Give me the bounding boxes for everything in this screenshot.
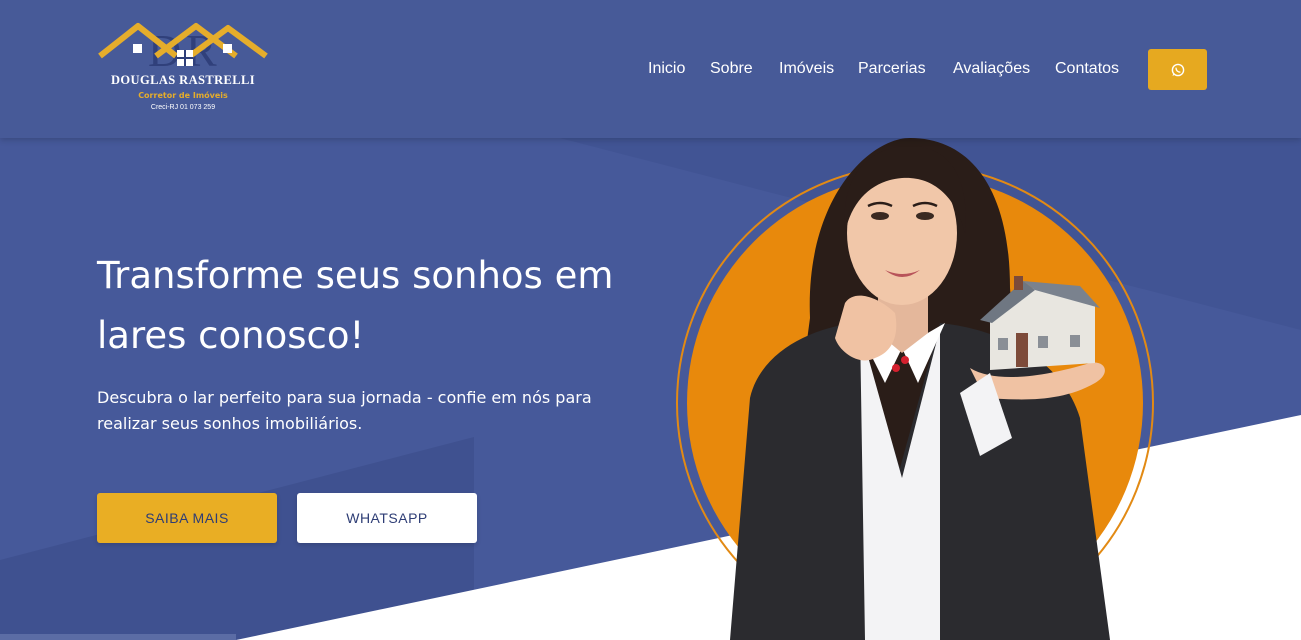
nav-item-contatos[interactable]: Contatos <box>1055 58 1119 80</box>
header-whatsapp-button[interactable] <box>1148 49 1207 90</box>
hero-subtitle: Descubra o lar perfeito para sua jornada… <box>97 385 607 437</box>
hero-subtitle-line2: realizar seus sonhos imobiliários. <box>97 414 363 433</box>
nav-item-parcerias[interactable]: Parcerias <box>858 58 926 80</box>
nav-item-sobre[interactable]: Sobre <box>710 58 753 80</box>
hero-title-line2: lares conosco! <box>97 314 365 357</box>
brand-subtitle: Corretor de Imóveis <box>138 91 228 100</box>
hero-agent-image <box>676 138 1154 640</box>
site-header: D R DOUGLAS RASTRELLI Corretor de Imóvei… <box>0 0 1301 138</box>
nav-item-inicio[interactable]: Inicio <box>648 58 685 80</box>
hero-title: Transforme seus sonhos em lares conosco! <box>97 246 617 366</box>
hero-subtitle-line1: Descubra o lar perfeito para sua jornada… <box>97 388 592 407</box>
whatsapp-button[interactable]: WHATSAPP <box>297 493 477 543</box>
scroll-progress-bar <box>0 634 236 640</box>
whatsapp-icon <box>1171 63 1184 76</box>
nav-item-imoveis[interactable]: Imóveis <box>779 58 834 80</box>
nav-item-avaliacoes[interactable]: Avaliações <box>953 58 1030 80</box>
hero-title-line1: Transforme seus sonhos em <box>97 254 614 297</box>
main-nav: Inicio Sobre Imóveis Parcerias Avaliaçõe… <box>0 58 1301 82</box>
brand-creci: Creci-RJ 01 073 259 <box>150 104 216 111</box>
saiba-mais-button[interactable]: SAIBA MAIS <box>97 493 277 543</box>
